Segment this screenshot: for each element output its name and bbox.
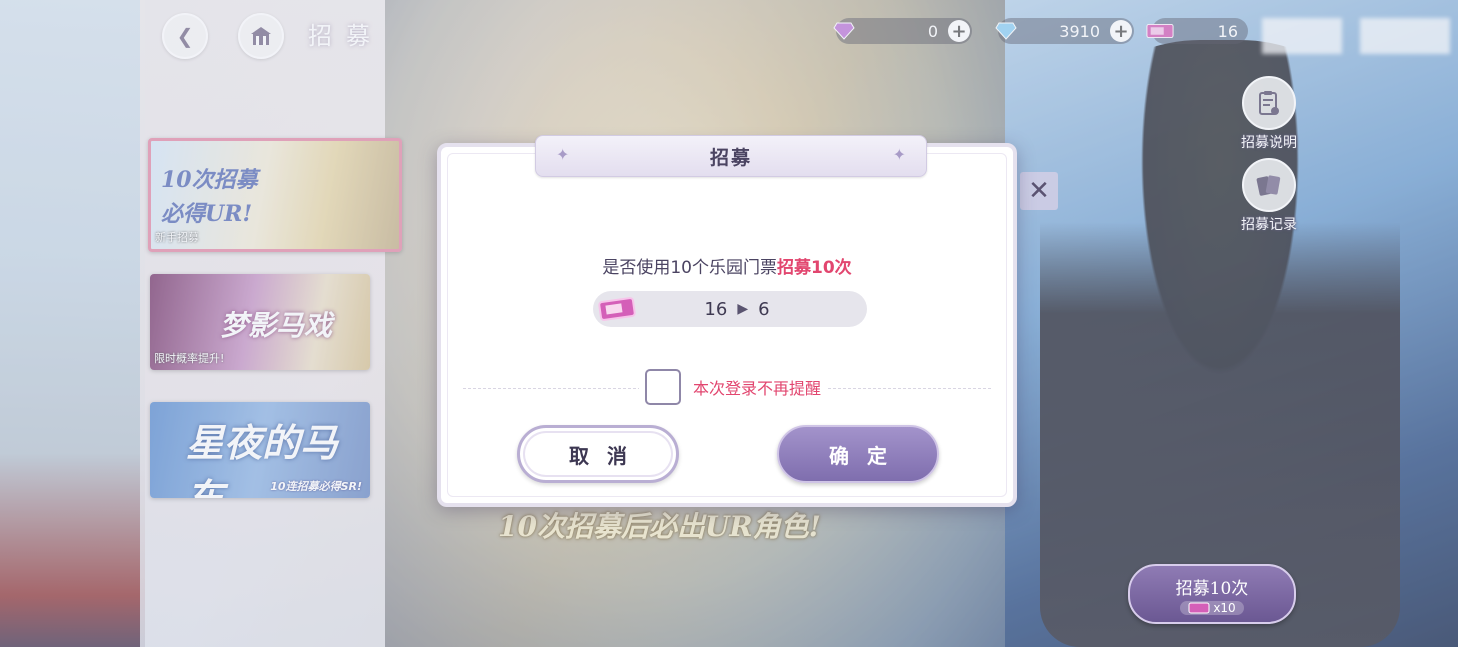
question-highlight: 招募10次 [776, 258, 852, 278]
sparkle-icon: ✦ [556, 145, 570, 164]
question-text: 是否使用10个乐园门票 [602, 258, 777, 278]
arrow-right-icon: ▶ [737, 301, 749, 317]
ticket-change-bar: 16 ▶ 6 [593, 291, 867, 327]
recruit-10-label: 招募10次 [1175, 578, 1249, 599]
recruit-cost: x10 [1180, 600, 1244, 615]
ticket-from: 16 [704, 298, 728, 320]
confirm-label: 确定 [829, 443, 905, 468]
recruit-cost-value: x10 [1213, 600, 1236, 615]
ticket-icon [598, 297, 636, 321]
ticket-to: 6 [758, 298, 770, 320]
recruit-10-button[interactable]: 招募10次 x10 [1128, 564, 1296, 624]
recruit-confirm-dialog: ✦ 招募 ✦ 是否使用10个乐园门票招募10次 16 ▶ 6 本次登录不再提醒 … [437, 135, 1017, 507]
cancel-button[interactable]: 取消 [517, 425, 679, 483]
dialog-question: 是否使用10个乐园门票招募10次 [441, 253, 1013, 278]
dont-remind-checkbox[interactable] [645, 369, 681, 405]
cancel-label: 取消 [569, 443, 645, 468]
sparkle-icon: ✦ [892, 145, 906, 164]
confirm-button[interactable]: 确定 [777, 425, 939, 483]
close-icon: ✕ [1020, 172, 1058, 210]
remember-option[interactable]: 本次登录不再提醒 [639, 369, 828, 405]
ticket-values: 16 ▶ 6 [637, 299, 867, 320]
ticket-icon [1188, 602, 1210, 613]
dialog-header: ✦ 招募 ✦ [535, 135, 927, 177]
dialog-title: 招募 [709, 146, 752, 169]
dont-remind-label: 本次登录不再提醒 [693, 379, 822, 398]
